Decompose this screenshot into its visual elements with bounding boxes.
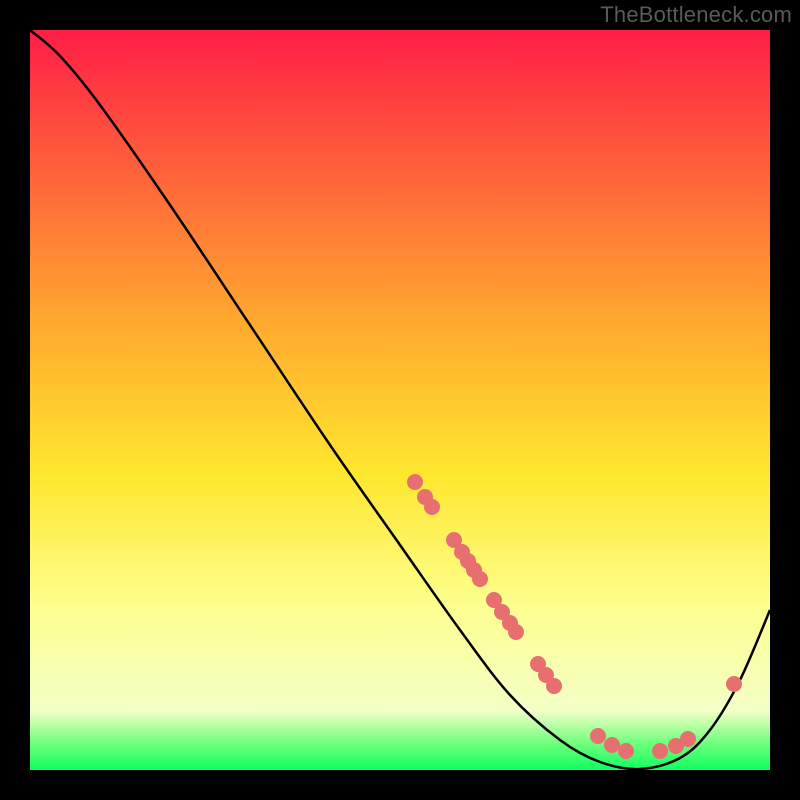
- data-marker: [546, 678, 562, 694]
- data-marker: [680, 731, 696, 747]
- data-marker: [472, 571, 488, 587]
- chart-container: { "watermark": "TheBottleneck.com", "cha…: [0, 0, 800, 800]
- plot-background: [30, 30, 770, 770]
- data-marker: [652, 743, 668, 759]
- data-marker: [508, 624, 524, 640]
- data-marker: [618, 743, 634, 759]
- data-marker: [726, 676, 742, 692]
- data-marker: [590, 728, 606, 744]
- data-marker: [424, 499, 440, 515]
- data-marker: [407, 474, 423, 490]
- chart-svg: [0, 0, 800, 800]
- data-marker: [604, 737, 620, 753]
